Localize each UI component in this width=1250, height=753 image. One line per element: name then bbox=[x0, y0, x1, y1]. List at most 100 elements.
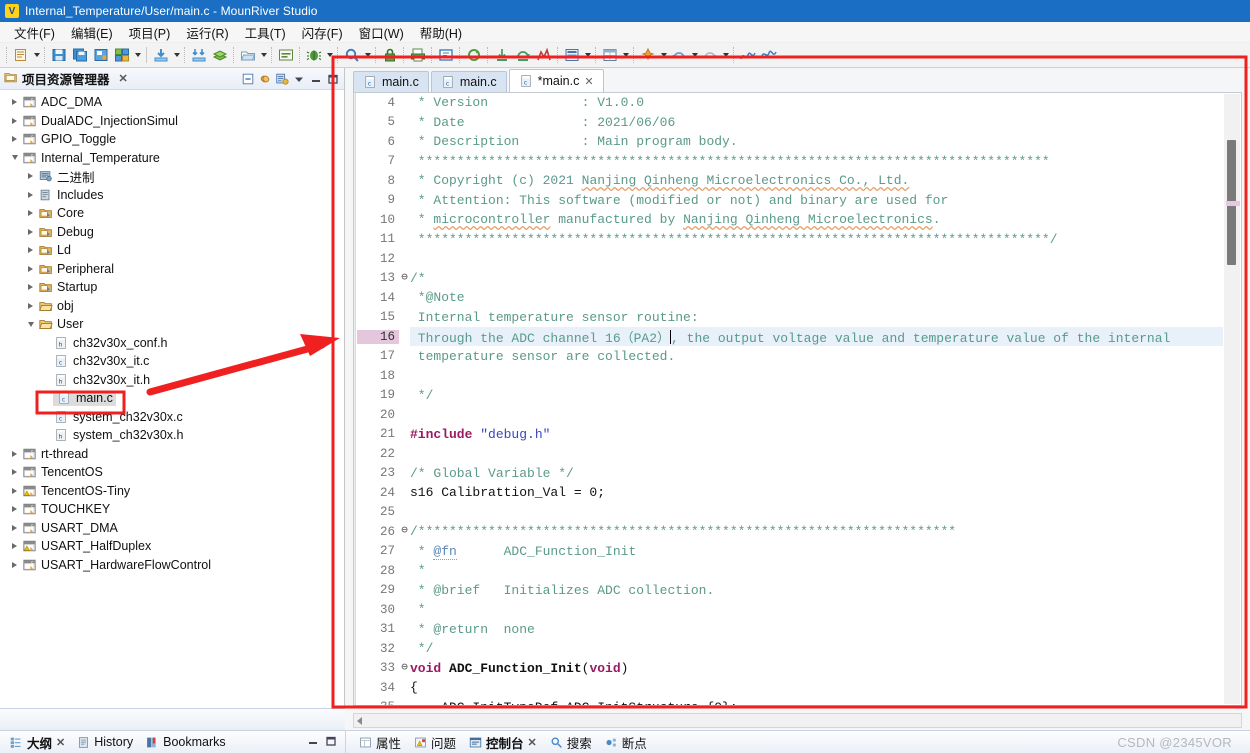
maximize-icon[interactable] bbox=[325, 735, 337, 750]
code-line-25[interactable]: 25 bbox=[357, 503, 1223, 523]
tree-item-main-c[interactable]: c main.c bbox=[0, 389, 344, 408]
tree-item-peripheral[interactable]: Peripheral bbox=[0, 260, 344, 279]
code-line-6[interactable]: 6 * Description : Main program body. bbox=[357, 132, 1223, 152]
tree-item-content[interactable]: c USART_HardwareFlowControl bbox=[21, 557, 211, 572]
tree-item-content[interactable]: c TOUCHKEY bbox=[21, 502, 110, 517]
tree-item-content[interactable]: obj bbox=[37, 298, 74, 313]
code-line-32[interactable]: 32 */ bbox=[357, 639, 1223, 659]
save-all-icon[interactable] bbox=[70, 45, 90, 65]
register-dropdown-icon[interactable] bbox=[583, 45, 592, 65]
code-line-19[interactable]: 19 */ bbox=[357, 386, 1223, 406]
chevron-right-icon[interactable] bbox=[24, 299, 37, 312]
back-icon[interactable] bbox=[669, 45, 689, 65]
menu-file[interactable]: 文件(F) bbox=[6, 21, 63, 44]
code-line-5[interactable]: 5 * Date : 2021/06/06 bbox=[357, 113, 1223, 133]
refresh-icon[interactable] bbox=[464, 45, 484, 65]
tree-item-system-ch32v30x-h[interactable]: h system_ch32v30x.h bbox=[0, 426, 344, 445]
tree-item-usart-hardwareflowcontrol[interactable]: c USART_HardwareFlowControl bbox=[0, 556, 344, 575]
menu-tools[interactable]: 工具(T) bbox=[237, 21, 294, 44]
bottom-left-tabs[interactable]: 大纲 ✕ History Bookmarks bbox=[0, 732, 345, 753]
chevron-right-icon[interactable] bbox=[8, 133, 21, 146]
chevron-right-icon[interactable] bbox=[8, 466, 21, 479]
tree-item-tencentos-tiny[interactable]: TencentOS-Tiny bbox=[0, 482, 344, 501]
tree-item-debug[interactable]: Debug bbox=[0, 223, 344, 242]
tree-item-obj[interactable]: obj bbox=[0, 297, 344, 316]
chevron-right-icon[interactable] bbox=[24, 262, 37, 275]
overview-marker[interactable] bbox=[1226, 201, 1240, 206]
tree-item-dualadc-injectionsimul[interactable]: c DualADC_InjectionSimul bbox=[0, 112, 344, 131]
chevron-right-icon[interactable] bbox=[8, 521, 21, 534]
code-line-14[interactable]: 14 *@Note bbox=[357, 288, 1223, 308]
tree-item-content[interactable]: c ch32v30x_it.c bbox=[53, 354, 149, 369]
tree-item-content[interactable]: Debug bbox=[37, 224, 94, 239]
graph2-icon[interactable] bbox=[759, 45, 779, 65]
tree-item-content[interactable]: Includes bbox=[37, 187, 104, 202]
code-line-4[interactable]: 4 * Version : V1.0.0 bbox=[357, 93, 1223, 113]
tree-item-content[interactable]: h ch32v30x_it.h bbox=[53, 372, 150, 387]
view-menu-icon[interactable] bbox=[273, 70, 290, 87]
code-line-24[interactable]: 24 s16 Calibrattion_Val = 0; bbox=[357, 483, 1223, 503]
save-icon[interactable] bbox=[49, 45, 69, 65]
step-into-icon[interactable] bbox=[492, 45, 512, 65]
bottom-tab-问题[interactable]: 问题 bbox=[409, 732, 461, 753]
bottom-left-tab-大纲[interactable]: 大纲 ✕ bbox=[4, 732, 70, 753]
code-line-16[interactable]: 16 Through the ADC channel 16（PA2）, the … bbox=[357, 327, 1223, 347]
tree-item-core[interactable]: Core bbox=[0, 204, 344, 223]
collapse-all-icon[interactable] bbox=[239, 70, 256, 87]
tree-item-content[interactable]: 二进制 bbox=[37, 167, 95, 186]
chevron-right-icon[interactable] bbox=[8, 558, 21, 571]
menu-window[interactable]: 窗口(W) bbox=[351, 21, 412, 44]
code-line-29[interactable]: 29 * @brief Initializes ADC collection. bbox=[357, 581, 1223, 601]
code-line-35[interactable]: 35 ADC_InitTypeDef ADC_InitStructure={0}… bbox=[357, 698, 1223, 705]
close-icon[interactable]: ✕ bbox=[119, 72, 128, 85]
tree-item-content[interactable]: USART_HalfDuplex bbox=[21, 539, 151, 554]
chevron-right-icon[interactable] bbox=[24, 188, 37, 201]
tree-item--[interactable]: 二进制 bbox=[0, 167, 344, 186]
code-view[interactable]: 4 * Version : V1.0.0 5 * Date : 2021/06/0… bbox=[357, 93, 1223, 705]
minimize-icon[interactable] bbox=[307, 735, 319, 750]
tree-item-content[interactable]: c Internal_Temperature bbox=[21, 150, 160, 165]
tree-item-gpio-toggle[interactable]: c GPIO_Toggle bbox=[0, 130, 344, 149]
menu-run[interactable]: 运行(R) bbox=[178, 21, 236, 44]
code-line-7[interactable]: 7 **************************************… bbox=[357, 152, 1223, 172]
tree-item-content[interactable]: User bbox=[37, 317, 83, 332]
chevron-right-icon[interactable] bbox=[8, 96, 21, 109]
editor-tab-close-icon[interactable]: ✕ bbox=[584, 75, 593, 88]
view-menu-arrow-icon[interactable] bbox=[290, 70, 307, 87]
tree-item-tencentos[interactable]: c TencentOS bbox=[0, 463, 344, 482]
comment-icon[interactable] bbox=[436, 45, 456, 65]
code-line-20[interactable]: 20 bbox=[357, 405, 1223, 425]
debug-bug-icon[interactable] bbox=[304, 45, 324, 65]
tree-item-user[interactable]: User bbox=[0, 315, 344, 334]
tree-item-content[interactable]: Core bbox=[37, 206, 84, 221]
chevron-right-icon[interactable] bbox=[8, 540, 21, 553]
fold-collapse-icon[interactable] bbox=[399, 526, 410, 537]
download-all-icon[interactable] bbox=[189, 45, 209, 65]
editor-tab-strip[interactable]: c main.c c main.c c *main.c ✕ bbox=[345, 68, 1250, 92]
save-as-icon[interactable] bbox=[91, 45, 111, 65]
editor-tab-1[interactable]: c main.c bbox=[430, 71, 507, 92]
chart-icon[interactable] bbox=[534, 45, 554, 65]
tree-item-usart-halfduplex[interactable]: USART_HalfDuplex bbox=[0, 537, 344, 556]
bottom-tab-close-icon[interactable]: ✕ bbox=[56, 736, 65, 749]
tree-item-content[interactable]: c USART_DMA bbox=[21, 520, 118, 535]
menu-flash[interactable]: 闪存(F) bbox=[294, 21, 351, 44]
bottom-left-tab-Bookmarks[interactable]: Bookmarks bbox=[140, 734, 231, 750]
code-line-13[interactable]: 13 /* bbox=[357, 269, 1223, 289]
tree-item-startup[interactable]: Startup bbox=[0, 278, 344, 297]
tree-item-content[interactable]: c TencentOS bbox=[21, 465, 103, 480]
code-line-8[interactable]: 8 * Copyright (c) 2021 Nanjing Qinheng M… bbox=[357, 171, 1223, 191]
terminal-icon[interactable] bbox=[276, 45, 296, 65]
code-line-23[interactable]: 23 /* Global Variable */ bbox=[357, 464, 1223, 484]
library-icon[interactable] bbox=[210, 45, 230, 65]
maximize-icon[interactable] bbox=[324, 70, 341, 87]
forward-dropdown-icon[interactable] bbox=[721, 45, 730, 65]
lock-icon[interactable] bbox=[380, 45, 400, 65]
tree-item-ld[interactable]: Ld bbox=[0, 241, 344, 260]
tree-item-content[interactable]: c system_ch32v30x.c bbox=[53, 409, 183, 424]
tree-item-adc-dma[interactable]: c ADC_DMA bbox=[0, 93, 344, 112]
bottom-tab-控制台[interactable]: 控制台 ✕ bbox=[464, 732, 542, 753]
tree-item-internal-temperature[interactable]: c Internal_Temperature bbox=[0, 149, 344, 168]
print-icon[interactable] bbox=[408, 45, 428, 65]
tree-item-content[interactable]: c main.c bbox=[53, 390, 116, 406]
